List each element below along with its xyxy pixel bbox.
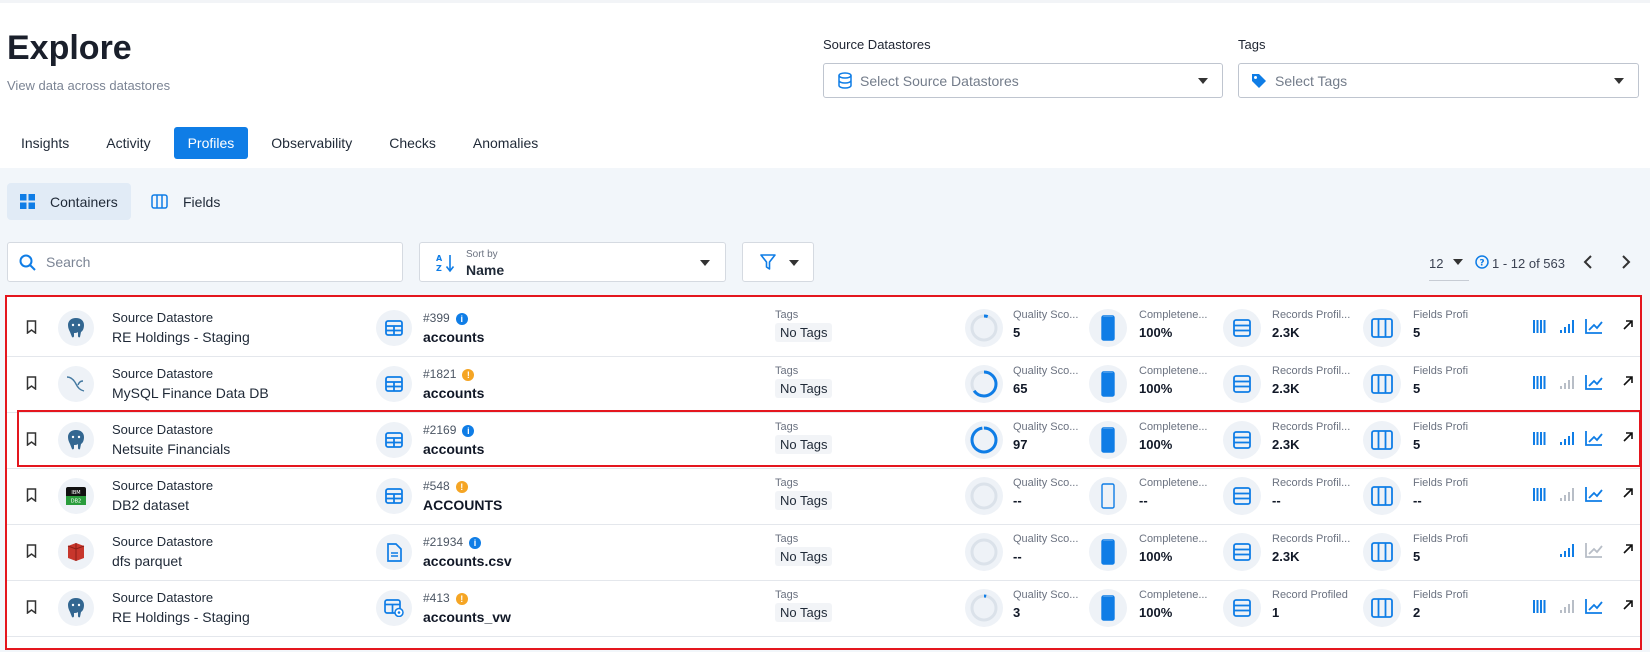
page-size-value: 12 — [1429, 256, 1444, 271]
chevron-down-icon — [700, 260, 710, 266]
highlight-box-row — [17, 410, 1641, 467]
sort-select[interactable]: AZ Sort by Name — [419, 242, 726, 282]
page-size-select[interactable]: 12 — [1429, 256, 1443, 271]
tags-placeholder: Select Tags — [1275, 72, 1348, 89]
chevron-down-icon — [1198, 78, 1208, 84]
tab-anomalies[interactable]: Anomalies — [459, 127, 552, 159]
search-icon — [19, 254, 36, 271]
svg-text:?: ? — [1479, 259, 1484, 269]
chevron-right-icon[interactable] — [1621, 255, 1631, 274]
chevron-down-icon — [1453, 259, 1463, 265]
tags-label: Tags — [1238, 37, 1266, 52]
database-icon — [838, 72, 852, 89]
main-tabs: Insights Activity Profiles Observability… — [7, 127, 561, 159]
filter-icon — [760, 254, 776, 276]
highlight-box-list — [5, 295, 1642, 650]
tab-observability[interactable]: Observability — [257, 127, 366, 159]
columns-icon — [151, 194, 168, 209]
source-datastores-placeholder: Select Source Datastores — [860, 72, 1019, 89]
sort-value: Name — [466, 262, 505, 278]
subtab-fields[interactable]: Fields — [140, 183, 240, 220]
source-datastores-label: Source Datastores — [823, 37, 931, 52]
svg-text:A: A — [436, 254, 443, 263]
chevron-left-icon[interactable] — [1583, 255, 1593, 274]
svg-text:Z: Z — [436, 264, 442, 273]
pagination-range: 1 - 12 of 563 — [1492, 256, 1565, 271]
search-box — [7, 242, 403, 282]
sort-by-label: Sort by — [466, 249, 498, 260]
chevron-down-icon — [789, 260, 799, 266]
page-title: Explore — [7, 29, 132, 67]
search-input[interactable] — [44, 253, 368, 271]
tab-insights[interactable]: Insights — [7, 127, 83, 159]
page-size-underline — [1429, 280, 1469, 281]
tab-activity[interactable]: Activity — [92, 127, 164, 159]
tab-checks[interactable]: Checks — [375, 127, 450, 159]
subtab-containers-label: Containers — [50, 193, 118, 210]
tab-profiles[interactable]: Profiles — [173, 127, 249, 159]
subtab-containers[interactable]: Containers — [7, 183, 131, 220]
help-icon[interactable]: ? — [1475, 255, 1489, 274]
source-datastores-select[interactable]: Select Source Datastores — [823, 63, 1223, 98]
top-border — [0, 0, 1650, 3]
tags-select[interactable]: Select Tags — [1238, 63, 1639, 98]
page-subtitle: View data across datastores — [7, 78, 171, 93]
grid-icon — [20, 194, 35, 209]
chevron-down-icon — [1614, 78, 1624, 84]
subtab-fields-label: Fields — [183, 193, 221, 210]
filter-button[interactable] — [742, 242, 814, 282]
tag-icon — [1251, 73, 1267, 89]
sort-az-icon: AZ — [436, 253, 456, 278]
